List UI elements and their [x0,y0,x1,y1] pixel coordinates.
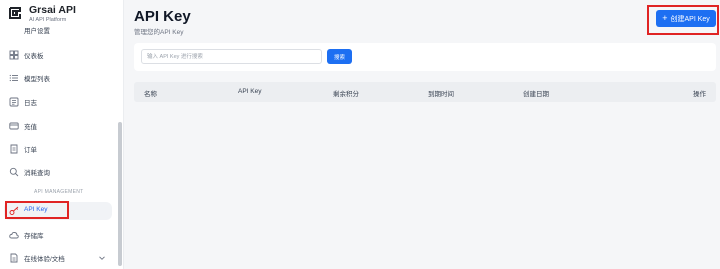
create-api-key-label: 创建API Key [670,15,710,23]
sidebar-item-logs[interactable]: 日志 [4,93,112,111]
logo-icon [9,7,21,19]
section-label-api-management: API MANAGEMENT [34,189,84,195]
sidebar-item-model-list[interactable]: 模型列表 [4,69,112,87]
document-icon [10,253,18,263]
sidebar-item-label: 存储库 [24,233,44,240]
search-icon [9,167,19,177]
brand-name: Grsai API [29,4,76,16]
sidebar-item-label: 消耗查询 [24,170,50,177]
column-header-created-date: 创建日期 [523,91,549,98]
sidebar-item-orders[interactable]: 订单 [4,140,112,158]
search-input[interactable] [141,49,322,64]
sidebar-item-label: 仪表板 [24,53,44,60]
search-button[interactable]: 搜索 [327,49,352,64]
page-subtitle: 管理您的API Key [134,29,184,36]
sidebar-item-label: 在线体验/文档 [24,256,65,263]
log-icon [9,97,19,107]
sidebar: Grsai API AI API Platform 用户设置 仪表板 模型列表 [0,0,124,269]
sidebar-item-label: 充值 [24,124,37,131]
sidebar-item-docs[interactable]: 在线体验/文档 [4,249,112,267]
sidebar-item-label: 日志 [24,100,37,107]
sidebar-item-label: API Key [24,206,48,213]
card-icon [9,122,19,130]
sidebar-item-dashboard[interactable]: 仪表板 [4,46,112,64]
sidebar-item-label: 订单 [24,147,37,154]
brand[interactable]: Grsai API AI API Platform [8,4,118,26]
cloud-icon [9,231,19,239]
column-header-remaining-credits: 剩余积分 [333,91,359,98]
column-header-api-key: API Key [238,88,262,95]
page-title: API Key [134,8,191,25]
list-icon [9,74,18,82]
dashboard-icon [9,50,19,60]
column-header-name: 名称 [144,91,157,98]
column-header-actions: 操作 [693,91,706,98]
sidebar-item-label: 模型列表 [24,76,50,83]
brand-subtitle: AI API Platform [29,17,67,23]
sidebar-item-api-key[interactable]: API Key [4,202,112,220]
chevron-down-icon[interactable] [98,254,106,262]
sidebar-item-recharge[interactable]: 充值 [4,117,112,135]
plus-icon: + [662,13,668,23]
order-icon [10,144,18,154]
sidebar-item-storage[interactable]: 存储库 [4,226,112,244]
column-header-expiry: 到期时间 [428,91,454,98]
sidebar-scrollbar[interactable] [118,122,122,266]
sidebar-item-label: 用户设置 [24,28,50,35]
create-api-key-button[interactable]: + 创建API Key [656,10,716,27]
sidebar-item-usage-query[interactable]: 消耗查询 [4,163,112,181]
search-card: 搜索 [134,43,716,71]
key-icon [9,206,19,215]
sidebar-item-user-settings[interactable]: 用户设置 [4,25,112,43]
api-key-table-header: 名称 API Key 剩余积分 到期时间 创建日期 操作 [134,82,716,102]
